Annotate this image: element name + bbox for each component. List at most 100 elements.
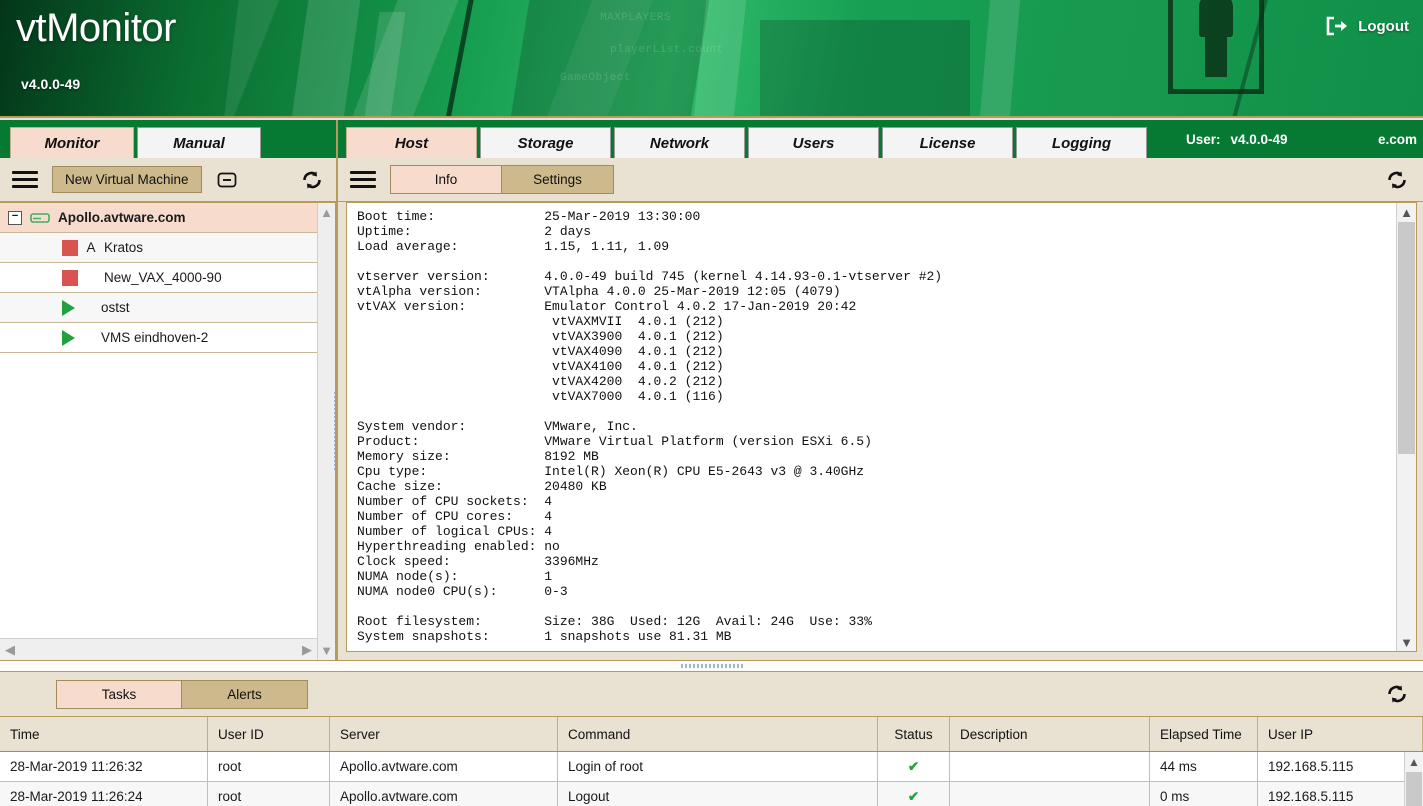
scroll-up-icon[interactable]: ▲ <box>1405 752 1423 772</box>
user-label: User: <box>1186 132 1221 147</box>
column-header-time[interactable]: Time <box>0 717 208 751</box>
scroll-thumb[interactable] <box>1398 222 1415 454</box>
tree-horizontal-scrollbar[interactable]: ◀ ▶ <box>0 638 317 660</box>
tree-row-ostst[interactable]: ostst <box>0 293 317 323</box>
cell-elapsed-time: 0 ms <box>1150 782 1258 806</box>
grid-vertical-scrollbar[interactable]: ▲ <box>1404 752 1423 806</box>
tab-license[interactable]: License <box>882 127 1013 158</box>
bottom-panel: Tasks Alerts Time User ID Server <box>0 672 1423 806</box>
cell-server: Apollo.avtware.com <box>330 782 558 806</box>
expander-icon[interactable]: − <box>8 211 22 225</box>
tab-logging-label: Logging <box>1052 135 1111 152</box>
tab-monitor[interactable]: Monitor <box>10 127 134 158</box>
horizontal-splitter[interactable] <box>0 660 1423 672</box>
column-header-command[interactable]: Command <box>558 717 878 751</box>
status-stopped-icon <box>62 270 78 286</box>
tasks-grid: Time User ID Server Command Status Descr… <box>0 716 1423 806</box>
tree-root-label: Apollo.avtware.com <box>58 210 186 225</box>
segment-info[interactable]: Info <box>390 165 502 194</box>
app-version: v4.0.0-49 <box>21 76 80 92</box>
tab-manual-label: Manual <box>173 135 225 152</box>
cell-description <box>950 752 1150 781</box>
app-title: vtMonitor <box>16 6 176 51</box>
host-info-panel: Boot time: 25-Mar-2019 13:30:00 Uptime: … <box>346 202 1417 652</box>
refresh-icon[interactable] <box>1385 169 1409 191</box>
column-header-user-id[interactable]: User ID <box>208 717 330 751</box>
tab-network-label: Network <box>650 135 709 152</box>
tree-item-label: New_VAX_4000-90 <box>104 270 222 285</box>
status-running-icon <box>62 300 75 316</box>
cell-time: 28-Mar-2019 11:26:32 <box>0 752 208 781</box>
segment-settings[interactable]: Settings <box>502 165 614 194</box>
top-region: Monitor Manual New Virtual Machine <box>0 120 1423 660</box>
vm-tree-panel: − Apollo.avtware.com A <box>0 202 336 660</box>
app-banner: MAXPLAYERS playerList.count GameObject v… <box>0 0 1423 118</box>
refresh-icon[interactable] <box>1385 683 1409 705</box>
cell-description <box>950 782 1150 806</box>
left-toolbar: New Virtual Machine <box>0 158 336 202</box>
scroll-thumb[interactable] <box>1406 772 1422 806</box>
tree-item-label: ostst <box>101 300 130 315</box>
hamburger-icon[interactable] <box>12 171 38 189</box>
tab-host[interactable]: Host <box>346 127 477 158</box>
user-indicator: User: v4.0.0-49 e.com <box>1178 120 1423 158</box>
cell-user-id: root <box>208 752 330 781</box>
tab-network[interactable]: Network <box>614 127 745 158</box>
column-header-server[interactable]: Server <box>330 717 558 751</box>
tree-row-vms-eindhoven-2[interactable]: VMS eindhoven-2 <box>0 323 317 353</box>
segment-alerts[interactable]: Alerts <box>182 680 308 709</box>
status-badge: ✔ <box>878 752 950 781</box>
user-value: v4.0.0-49 <box>1231 132 1288 147</box>
user-host-truncated: e.com <box>1378 132 1417 147</box>
info-settings-segmented-control: Info Settings <box>390 165 614 194</box>
table-row[interactable]: 28-Mar-2019 11:26:24 root Apollo.avtware… <box>0 782 1423 806</box>
scroll-down-icon[interactable]: ▼ <box>1397 633 1416 651</box>
column-header-user-ip[interactable]: User IP <box>1258 717 1423 751</box>
logout-label: Logout <box>1358 18 1409 35</box>
logout-button[interactable]: Logout <box>1325 16 1409 36</box>
refresh-icon[interactable] <box>300 169 324 191</box>
collapse-all-icon[interactable] <box>216 169 238 191</box>
status-badge: ✔ <box>878 782 950 806</box>
tree-row-kratos[interactable]: A Kratos <box>0 233 317 263</box>
cell-user-ip: 192.168.5.115 <box>1258 752 1423 781</box>
tree-item-label: Kratos <box>104 240 143 255</box>
vtmonitor-app: MAXPLAYERS playerList.count GameObject v… <box>0 0 1423 806</box>
cell-server: Apollo.avtware.com <box>330 752 558 781</box>
vm-tree: − Apollo.avtware.com A <box>0 203 317 638</box>
cell-command: Logout <box>558 782 878 806</box>
banner-artwork: MAXPLAYERS playerList.count GameObject <box>0 0 1423 116</box>
tab-logging[interactable]: Logging <box>1016 127 1147 158</box>
tree-row-new-vax-4000-90[interactable]: New_VAX_4000-90 <box>0 263 317 293</box>
scroll-right-icon[interactable]: ▶ <box>302 643 312 656</box>
cell-user-id: root <box>208 782 330 806</box>
hamburger-icon[interactable] <box>350 171 376 189</box>
new-virtual-machine-button[interactable]: New Virtual Machine <box>52 166 202 193</box>
column-header-description[interactable]: Description <box>950 717 1150 751</box>
status-running-icon <box>62 330 75 346</box>
host-info-text: Boot time: 25-Mar-2019 13:30:00 Uptime: … <box>357 209 1394 651</box>
cell-command: Login of root <box>558 752 878 781</box>
tab-storage[interactable]: Storage <box>480 127 611 158</box>
tab-storage-label: Storage <box>518 135 574 152</box>
tab-manual[interactable]: Manual <box>137 127 261 158</box>
info-vertical-scrollbar[interactable]: ▲ ▼ <box>1396 203 1416 651</box>
tree-row-root[interactable]: − Apollo.avtware.com <box>0 203 317 233</box>
tab-users-label: Users <box>793 135 835 152</box>
tab-users[interactable]: Users <box>748 127 879 158</box>
tree-item-label: VMS eindhoven-2 <box>101 330 208 345</box>
tab-license-label: License <box>920 135 976 152</box>
tab-monitor-label: Monitor <box>45 135 100 152</box>
left-panel: Monitor Manual New Virtual Machine <box>0 120 336 660</box>
right-panel: Host Storage Network Users License <box>336 120 1423 660</box>
cell-user-ip: 192.168.5.115 <box>1258 782 1423 806</box>
column-header-elapsed-time[interactable]: Elapsed Time <box>1150 717 1258 751</box>
column-header-status[interactable]: Status <box>878 717 950 751</box>
tasks-alerts-segmented-control: Tasks Alerts <box>56 680 308 709</box>
table-row[interactable]: 28-Mar-2019 11:26:32 root Apollo.avtware… <box>0 752 1423 782</box>
cell-time: 28-Mar-2019 11:26:24 <box>0 782 208 806</box>
scroll-left-icon[interactable]: ◀ <box>5 643 15 656</box>
segment-tasks[interactable]: Tasks <box>56 680 182 709</box>
scroll-up-icon[interactable]: ▲ <box>1397 203 1416 221</box>
tree-item-prefix: A <box>86 240 96 255</box>
